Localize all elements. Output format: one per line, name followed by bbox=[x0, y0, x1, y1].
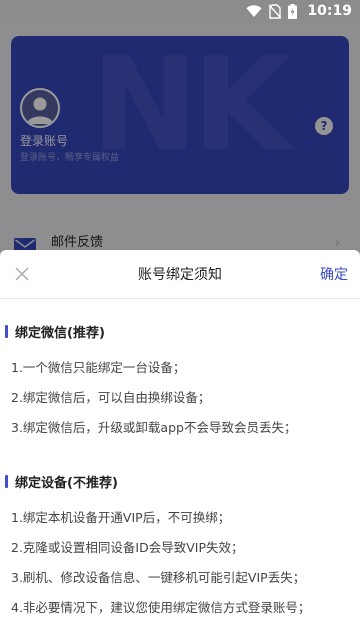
wifi-icon bbox=[246, 4, 262, 17]
rule-item: 1.绑定本机设备开通VIP后，不可换绑； bbox=[11, 510, 231, 525]
rule-item: 3.刷机、修改设备信息、一键移机可能引起VIP丢失； bbox=[11, 570, 306, 585]
rule-item: 1.一个微信只能绑定一台设备； bbox=[11, 360, 186, 375]
rule-item: 4.非必要情况下，建议您使用绑定微信方式登录账号； bbox=[11, 600, 311, 615]
section-title: 绑定设备(不推荐) bbox=[15, 476, 118, 491]
section-title: 绑定微信(推荐) bbox=[15, 326, 105, 341]
battery-charging-icon bbox=[288, 3, 298, 19]
clock: 10:19 bbox=[307, 3, 352, 19]
section-marker bbox=[5, 325, 8, 338]
section-marker bbox=[5, 475, 8, 488]
rule-item: 2.绑定微信后，可以自由换绑设备； bbox=[11, 390, 211, 405]
binding-notice-sheet: 账号绑定须知 确定 绑定微信(推荐) 1.一个微信只能绑定一台设备； 2.绑定微… bbox=[0, 250, 360, 640]
confirm-button[interactable]: 确定 bbox=[320, 264, 348, 284]
no-sim-icon bbox=[269, 3, 282, 19]
rule-item: 2.克隆或设置相同设备ID会导致VIP失效； bbox=[11, 540, 244, 555]
section-wechat: 绑定微信(推荐) bbox=[5, 322, 105, 341]
status-icons: 10:19 bbox=[246, 3, 352, 19]
status-bar: 10:19 bbox=[0, 0, 360, 24]
section-device: 绑定设备(不推荐) bbox=[5, 472, 118, 491]
sheet-title: 账号绑定须知 bbox=[138, 267, 222, 283]
sheet-header: 账号绑定须知 确定 bbox=[0, 250, 360, 299]
rule-item: 3.绑定微信后，升级或卸载app不会导致会员丢失； bbox=[11, 420, 297, 435]
